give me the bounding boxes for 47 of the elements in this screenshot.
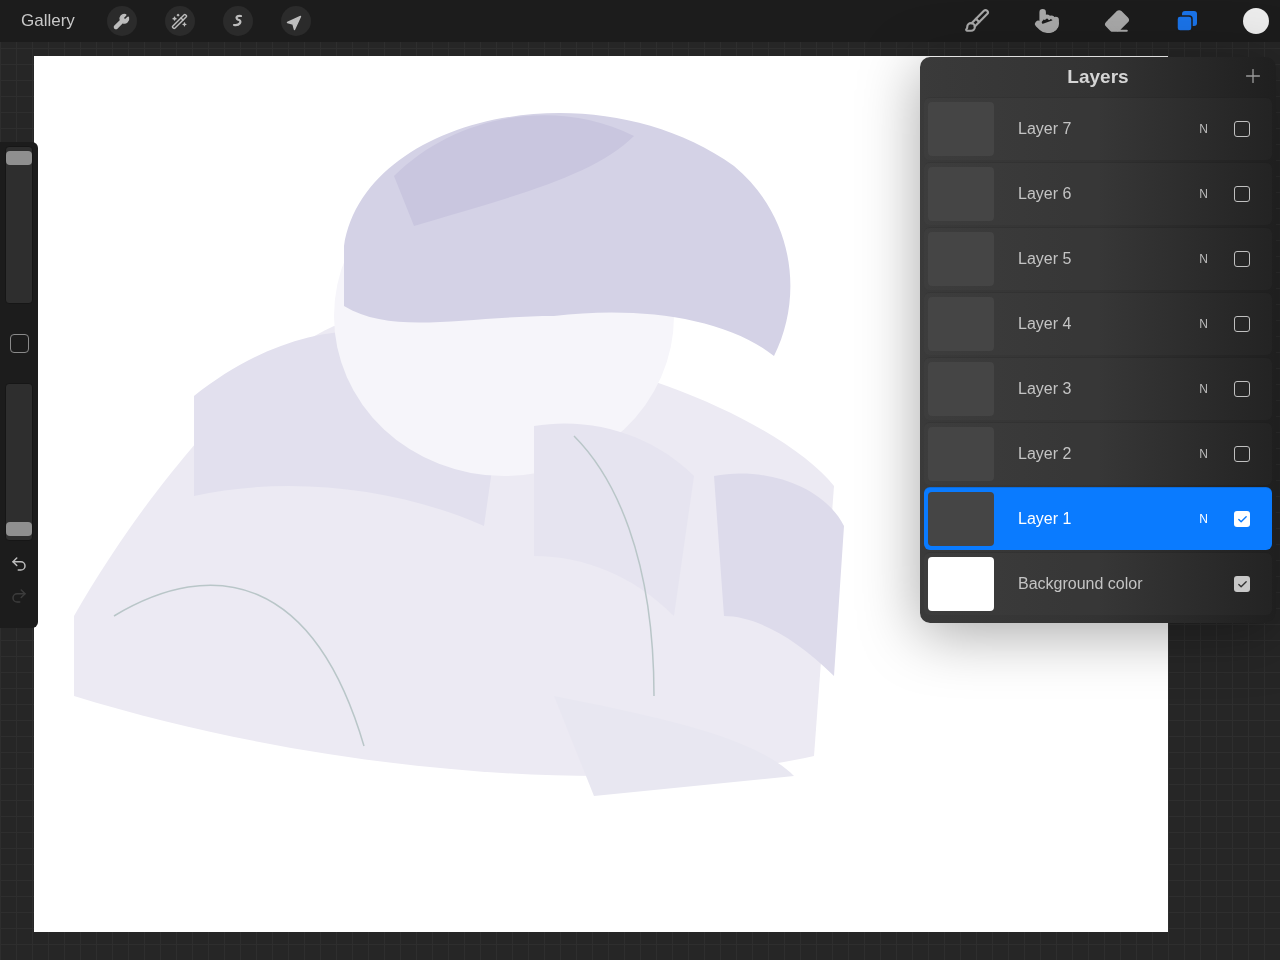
blend-mode-button[interactable]: N [1199,252,1208,266]
checkmark-icon [1236,513,1248,525]
panel-title: Layers [1067,66,1129,88]
eraser-icon [1104,8,1130,34]
blend-mode-button[interactable]: N [1199,382,1208,396]
blend-mode-button[interactable]: N [1199,122,1208,136]
visibility-checkbox[interactable] [1234,316,1250,332]
blend-mode-button[interactable]: N [1199,447,1208,461]
blend-mode-button[interactable]: N [1199,187,1208,201]
gallery-link[interactable]: Gallery [21,11,75,31]
finger-icon [1034,8,1060,34]
layer-row[interactable]: Layer 1 N [924,487,1272,550]
layer-name: Layer 2 [1018,445,1073,463]
visibility-checkbox[interactable] [1234,186,1250,202]
slider-thumb[interactable] [6,151,32,166]
layer-name: Layer 6 [1018,185,1073,203]
layer-thumbnail [928,492,994,546]
layer-name: Layer 1 [1018,510,1073,528]
magic-wand-icon [171,12,189,30]
selection-button[interactable] [222,6,253,36]
adjustments-button[interactable] [164,6,195,36]
visibility-checkbox[interactable] [1234,511,1250,527]
modify-button[interactable] [9,334,29,353]
layer-name: Layer 3 [1018,380,1073,398]
blend-mode-button[interactable]: N [1199,512,1208,526]
layers-icon [1175,9,1199,33]
color-swatch[interactable] [1243,8,1269,34]
visibility-checkbox[interactable] [1234,576,1250,592]
opacity-slider[interactable] [5,383,33,541]
layer-name: Layer 4 [1018,315,1073,333]
layer-name: Layer 5 [1018,250,1073,268]
slider-thumb[interactable] [6,521,32,536]
brush-icon [964,8,990,34]
actions-button[interactable] [106,6,137,36]
transform-button[interactable] [280,6,311,36]
checkmark-icon [1236,578,1248,590]
visibility-checkbox[interactable] [1234,121,1250,137]
brush-size-slider[interactable] [5,146,33,304]
visibility-checkbox[interactable] [1234,446,1250,462]
layer-name: Layer 7 [1018,120,1073,138]
layer-name: Background color [1018,575,1144,593]
undo-button[interactable] [10,555,28,573]
visibility-checkbox[interactable] [1234,381,1250,397]
blend-mode-button[interactable]: N [1199,317,1208,331]
visibility-checkbox[interactable] [1234,251,1250,267]
layer-thumbnail [928,557,994,611]
wrench-icon [113,12,131,30]
